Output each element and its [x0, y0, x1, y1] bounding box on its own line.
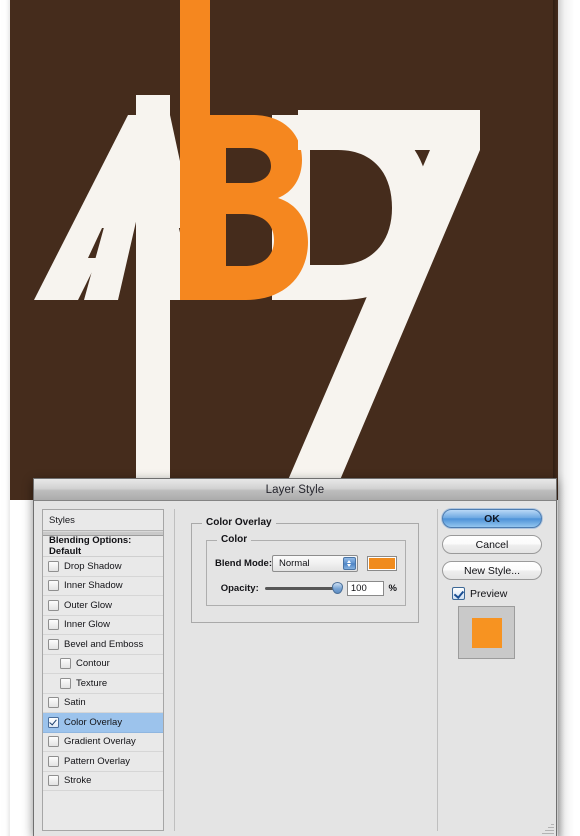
sidebar-item-drop-shadow[interactable]: Drop Shadow	[43, 557, 163, 577]
opacity-unit: %	[388, 583, 397, 594]
checkbox-color-overlay[interactable]	[48, 716, 59, 728]
sidebar-item-label: Texture	[76, 677, 108, 689]
cancel-button[interactable]: Cancel	[442, 535, 542, 554]
preview-toggle[interactable]: Preview	[452, 587, 548, 600]
checkbox-texture[interactable]	[60, 677, 71, 689]
poster-artwork	[10, 0, 558, 500]
opacity-label: Opacity:	[220, 583, 259, 594]
styles-header-label: Styles	[49, 514, 75, 526]
color-subgroup: Color Blend Mode: Normal Opacity: 100 %	[206, 534, 406, 606]
layer-style-dialog: Layer Style Styles Blending Options: Def…	[33, 478, 557, 836]
checkbox-satin[interactable]	[48, 697, 59, 709]
opacity-row: Opacity: 100 %	[215, 581, 397, 596]
opacity-value: 100	[350, 583, 367, 594]
color-subgroup-title: Color	[217, 534, 252, 545]
color-overlay-group-title: Color Overlay	[202, 517, 276, 528]
sidebar-item-label: Gradient Overlay	[64, 736, 136, 748]
dialog-titlebar[interactable]: Layer Style	[34, 479, 556, 501]
checkbox-drop-shadow[interactable]	[48, 560, 59, 572]
sidebar-item-color-overlay[interactable]: Color Overlay	[43, 713, 163, 733]
styles-list-header[interactable]: Styles	[43, 510, 163, 531]
screenshot-root: Layer Style Styles Blending Options: Def…	[0, 0, 580, 836]
blending-options-label: Blending Options: Default	[49, 535, 132, 557]
checkbox-preview[interactable]	[452, 587, 465, 600]
color-overlay-settings-panel: Color Overlay Color Blend Mode: Normal O…	[174, 509, 438, 831]
resize-grip-icon[interactable]	[541, 822, 554, 835]
checkbox-outer-glow[interactable]	[48, 599, 59, 611]
sidebar-item-contour[interactable]: Contour	[43, 654, 163, 674]
blend-mode-label: Blend Mode:	[215, 558, 272, 569]
opacity-input[interactable]: 100	[346, 581, 384, 596]
poster-artwork-graphic	[10, 0, 558, 500]
page-edge-left	[0, 0, 10, 836]
ok-button[interactable]: OK	[442, 509, 542, 528]
dialog-actions: OK Cancel New Style... Preview	[442, 509, 548, 831]
sidebar-item-inner-shadow[interactable]: Inner Shadow	[43, 576, 163, 596]
overlay-color-swatch[interactable]	[366, 556, 397, 571]
opacity-slider-handle[interactable]	[331, 582, 343, 594]
sidebar-item-label: Bevel and Emboss	[64, 638, 144, 650]
sidebar-item-stroke[interactable]: Stroke	[43, 771, 163, 791]
color-overlay-group: Color Overlay Color Blend Mode: Normal O…	[191, 517, 419, 623]
checkbox-inner-shadow[interactable]	[48, 580, 59, 592]
chevron-updown-icon[interactable]	[342, 557, 356, 570]
sidebar-item-label: Color Overlay	[64, 716, 123, 728]
dialog-title: Layer Style	[265, 483, 325, 496]
opacity-slider[interactable]	[264, 582, 343, 594]
new-style-button[interactable]: New Style...	[442, 561, 542, 580]
checkbox-gradient-overlay[interactable]	[48, 736, 59, 748]
sidebar-item-label: Inner Glow	[64, 619, 110, 631]
checkbox-pattern-overlay[interactable]	[48, 755, 59, 767]
sidebar-item-label: Satin	[64, 697, 86, 709]
sidebar-item-label: Inner Shadow	[64, 580, 123, 592]
sidebar-item-label: Drop Shadow	[64, 560, 122, 572]
page-edge-right	[558, 0, 580, 836]
sidebar-item-inner-glow[interactable]: Inner Glow	[43, 615, 163, 635]
sidebar-item-label: Pattern Overlay	[64, 755, 130, 767]
sidebar-item-bevel-and-emboss[interactable]: Bevel and Emboss	[43, 635, 163, 655]
preview-thumbnail-swatch	[471, 617, 502, 648]
blend-mode-row: Blend Mode: Normal	[215, 555, 397, 572]
sidebar-item-blending-options[interactable]: Blending Options: Default	[43, 535, 163, 557]
dialog-body: Styles Blending Options: Default Drop Sh…	[34, 501, 556, 836]
blend-mode-value: Normal	[279, 558, 310, 569]
checkbox-inner-glow[interactable]	[48, 619, 59, 631]
sidebar-item-label: Outer Glow	[64, 599, 113, 611]
blend-mode-select[interactable]: Normal	[272, 555, 358, 572]
sidebar-item-gradient-overlay[interactable]: Gradient Overlay	[43, 732, 163, 752]
preview-thumbnail	[458, 606, 515, 659]
sidebar-item-satin[interactable]: Satin	[43, 693, 163, 713]
sidebar-item-outer-glow[interactable]: Outer Glow	[43, 596, 163, 616]
preview-label: Preview	[470, 587, 508, 600]
checkbox-stroke[interactable]	[48, 775, 59, 787]
sidebar-item-texture[interactable]: Texture	[43, 674, 163, 694]
checkbox-bevel-and-emboss[interactable]	[48, 638, 59, 650]
sidebar-item-label: Contour	[76, 658, 110, 670]
sidebar-item-label: Stroke	[64, 775, 92, 787]
sidebar-item-pattern-overlay[interactable]: Pattern Overlay	[43, 752, 163, 772]
checkbox-contour[interactable]	[60, 658, 71, 670]
styles-list-panel[interactable]: Styles Blending Options: Default Drop Sh…	[42, 509, 164, 831]
